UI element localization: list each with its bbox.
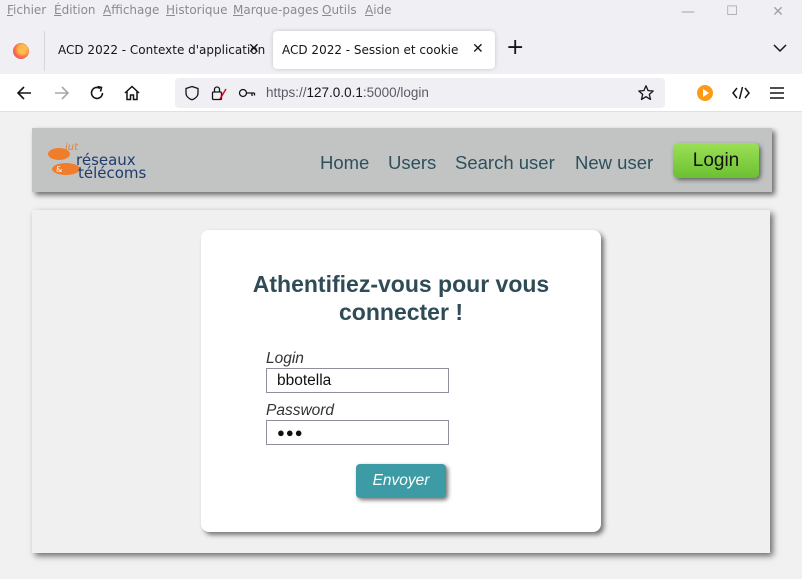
svg-text:&: & <box>56 165 62 174</box>
play-extension-icon[interactable] <box>695 83 715 103</box>
menu-affichage[interactable]: Affichage <box>103 3 159 17</box>
star-icon[interactable] <box>637 84 655 102</box>
site-header: iut réseaux & télécoms Home Users Search… <box>32 128 772 192</box>
menu-historique[interactable]: Historique <box>166 3 228 17</box>
tab-close-icon[interactable]: ✕ <box>472 41 484 57</box>
key-icon[interactable] <box>238 87 256 99</box>
nav-new-user[interactable]: New user <box>575 152 653 174</box>
nav-home[interactable]: Home <box>320 152 369 174</box>
menu-edition[interactable]: Édition <box>54 3 96 17</box>
shield-icon[interactable] <box>184 85 200 101</box>
page-viewport: iut réseaux & télécoms Home Users Search… <box>0 113 802 579</box>
firefox-icon[interactable] <box>13 43 29 59</box>
back-arrow-icon[interactable] <box>15 83 35 103</box>
url-text[interactable]: https://127.0.0.1:5000/login <box>266 85 429 100</box>
tab-close-icon[interactable]: ✕ <box>248 41 260 57</box>
password-label: Password <box>266 402 335 419</box>
login-label: Login <box>266 350 304 367</box>
menu-bar: Fichier Édition Affichage Historique Mar… <box>0 0 802 24</box>
svg-text:télécoms: télécoms <box>78 164 147 180</box>
maximize-button[interactable]: ☐ <box>724 4 740 20</box>
navigation-toolbar: https://127.0.0.1:5000/login <box>0 74 802 112</box>
url-path: :5000/login <box>362 85 429 100</box>
reload-icon[interactable] <box>87 83 107 103</box>
url-host: 127.0.0.1 <box>306 85 363 100</box>
new-tab-button[interactable]: + <box>506 37 524 59</box>
code-icon[interactable] <box>731 83 751 103</box>
lock-icon[interactable] <box>210 85 228 102</box>
tab-title: ACD 2022 - Session et cookie <box>282 43 459 57</box>
tab-contexte-application[interactable]: ACD 2022 - Contexte d'application ✕ <box>46 31 270 69</box>
content-panel: Athentifiez-vous pour vous connecter ! L… <box>32 210 770 553</box>
tab-title: ACD 2022 - Contexte d'application <box>58 43 266 57</box>
hamburger-menu-icon[interactable] <box>767 83 787 103</box>
login-input[interactable]: bbotella <box>266 368 449 393</box>
url-scheme: https:// <box>266 85 307 100</box>
iut-logo: iut réseaux & télécoms <box>48 142 147 180</box>
url-bar[interactable]: https://127.0.0.1:5000/login <box>175 78 665 108</box>
menu-fichier[interactable]: Fichier <box>7 3 46 17</box>
tab-session-cookie[interactable]: ACD 2022 - Session et cookie ✕ <box>273 31 495 69</box>
minimize-button[interactable]: — <box>680 4 696 20</box>
tab-separator <box>44 31 45 71</box>
menu-aide[interactable]: Aide <box>365 3 392 17</box>
envoyer-button[interactable]: Envoyer <box>356 464 446 498</box>
login-card: Athentifiez-vous pour vous connecter ! L… <box>201 230 601 532</box>
menu-outils[interactable]: Outils <box>322 3 357 17</box>
close-window-button[interactable]: ✕ <box>770 4 786 20</box>
login-title: Athentifiez-vous pour vous connecter ! <box>252 271 550 325</box>
home-icon[interactable] <box>122 83 142 103</box>
nav-users[interactable]: Users <box>388 152 436 174</box>
chevron-down-icon[interactable] <box>772 40 788 56</box>
login-nav-button[interactable]: Login <box>673 143 759 178</box>
password-input[interactable]: ●●● <box>266 420 449 445</box>
forward-arrow-icon[interactable] <box>51 83 71 103</box>
menu-marque-pages[interactable]: Marque-pages <box>233 3 319 17</box>
nav-search-user[interactable]: Search user <box>455 152 555 174</box>
